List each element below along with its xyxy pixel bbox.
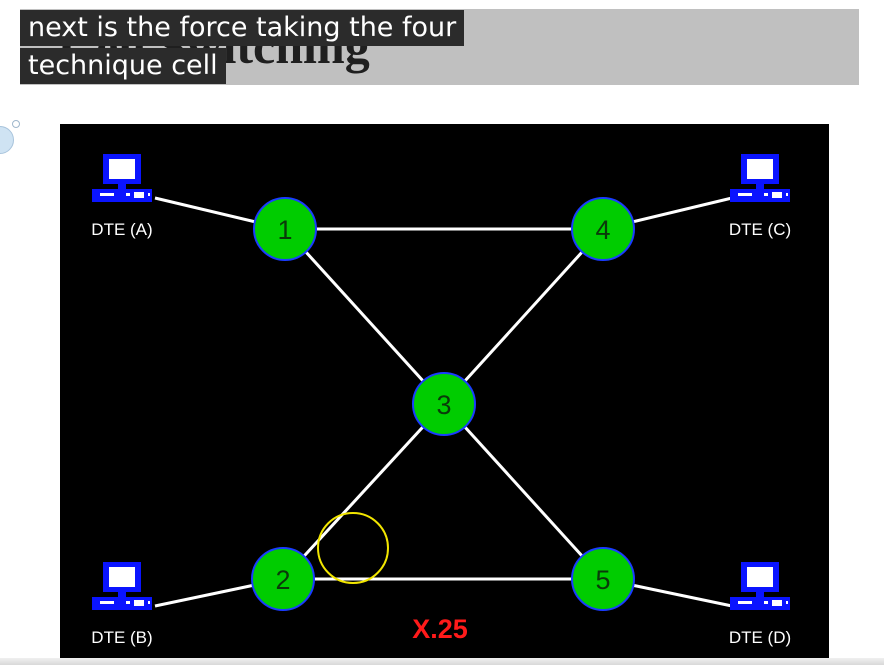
terminal-dte-c: DTE (C) — [729, 154, 791, 239]
node-label: 1 — [277, 215, 292, 245]
link-node-3-node-5 — [442, 402, 605, 581]
switch-node-3: 3 — [412, 372, 476, 436]
terminal-label: DTE (D) — [729, 628, 791, 647]
protocol-label: X.25 — [412, 614, 468, 644]
node-label: 2 — [275, 565, 290, 595]
terminal-dte-d: DTE (D) — [729, 562, 791, 647]
cursor-highlight-ring — [317, 512, 389, 584]
computer-icon — [730, 562, 790, 610]
node-label: 3 — [436, 390, 451, 420]
network-diagram: DTE (A) DTE (B) DTE (C) DTE (D) 1 4 3 2 … — [60, 124, 829, 660]
link-node-4-node-3 — [442, 227, 605, 406]
terminal-dte-b: DTE (B) — [91, 562, 153, 647]
video-caption-line-2: technique cell — [20, 48, 226, 84]
terminal-label: DTE (A) — [91, 220, 152, 239]
switch-node-2: 2 — [251, 547, 315, 611]
player-bottom-edge — [0, 658, 884, 665]
bubble-decoration — [0, 126, 14, 154]
terminal-dte-a: DTE (A) — [91, 154, 153, 239]
bubble-decoration-small — [12, 120, 20, 128]
terminal-label: DTE (C) — [729, 220, 791, 239]
link-node-1-node-3 — [283, 227, 446, 406]
terminal-label: DTE (B) — [91, 628, 152, 647]
switch-node-5: 5 — [571, 547, 635, 611]
switch-node-1: 1 — [253, 197, 317, 261]
link-node-3-node-2 — [281, 402, 446, 581]
computer-icon — [730, 154, 790, 202]
computer-icon — [92, 154, 152, 202]
node-label: 5 — [595, 565, 610, 595]
switch-node-4: 4 — [571, 197, 635, 261]
computer-icon — [92, 562, 152, 610]
node-label: 4 — [595, 215, 610, 245]
video-caption-line-1: next is the force taking the four — [20, 10, 465, 46]
